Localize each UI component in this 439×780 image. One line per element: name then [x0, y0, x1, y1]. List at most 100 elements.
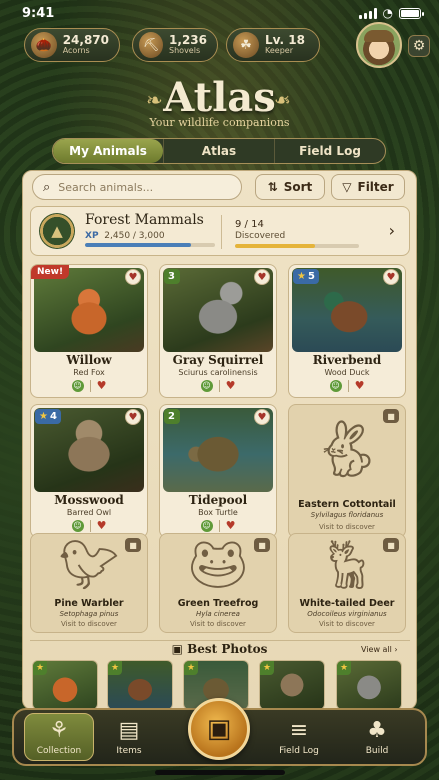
action-separator	[89, 519, 91, 532]
battery-icon	[399, 7, 424, 19]
level-badge: ★ 5	[293, 269, 319, 284]
rabbit-silhouette-icon: 🐇︎	[311, 417, 383, 482]
locked-card-white-tailed-deer[interactable]: 🦌︎ ■ White-tailed Deer Odocoileus virgin…	[288, 533, 406, 633]
happy-face-icon[interactable]: ☺	[71, 379, 84, 392]
discover-hint: Visit to discover	[61, 620, 117, 628]
locked-card-eastern-cottontail[interactable]: 🐇︎ ■ Eastern Cottontail Sylvilagus flori…	[288, 404, 406, 538]
acorns-chip[interactable]: 🌰 24,870 Acorns	[24, 28, 120, 62]
favorite-heart-icon[interactable]: ♥	[254, 409, 270, 425]
animal-card-willow[interactable]: New! ♥ Willow Red Fox ☺ ♥	[30, 264, 148, 398]
keeper-label: Keeper	[265, 46, 293, 55]
happy-face-icon[interactable]: ☺	[329, 379, 342, 392]
acorns-value: 24,870	[62, 33, 109, 47]
xp-progress-bar	[85, 243, 215, 247]
collection-title: Forest Mammals	[85, 212, 204, 228]
nav-build[interactable]: ♣ Build	[342, 710, 412, 764]
animal-species: Hyla cinerea	[196, 610, 240, 618]
animal-species: Sciurus carolinensis	[178, 368, 258, 377]
animal-card-mosswood[interactable]: ★ 4 ♥ Mosswood Barred Owl ☺ ♥	[30, 404, 148, 538]
level-badge: 3	[164, 269, 180, 284]
star-icon: ★	[39, 411, 48, 422]
leaf-icon: ☘	[233, 32, 259, 58]
shovels-value: 1,236	[169, 33, 207, 47]
nav-field-log-label: Field Log	[279, 745, 319, 756]
heart-icon[interactable]: ♥	[355, 379, 365, 392]
search-input[interactable]	[58, 180, 219, 194]
tab-bar: My Animals Atlas Field Log	[52, 138, 386, 164]
progress-divider	[221, 215, 222, 249]
favorite-heart-icon[interactable]: ♥	[383, 269, 399, 285]
nav-collection[interactable]: ⚘ Collection	[24, 713, 94, 761]
photo-thumb-duck[interactable]: ★	[107, 660, 173, 710]
tab-my-animals[interactable]: My Animals	[53, 139, 163, 163]
view-all-label: View all	[361, 645, 392, 654]
animal-species: Red Fox	[73, 368, 105, 377]
nav-field-log[interactable]: ≡ Field Log	[264, 710, 334, 764]
collection-progress-card[interactable]: ▲ Forest Mammals XP 2,450 / 3,000 9 / 14…	[30, 206, 410, 256]
photo-thumb-owl[interactable]: ★	[259, 660, 325, 710]
action-separator	[218, 519, 220, 532]
status-time: 9:41	[22, 5, 55, 21]
animal-species: Odocoileus virginianus	[307, 610, 387, 618]
locked-card-pine-warbler[interactable]: 🐦︎ ■ Pine Warbler Setophaga pinus Visit …	[30, 533, 148, 633]
photo-thumb-squirrel[interactable]: ★	[336, 660, 402, 710]
favorite-heart-icon[interactable]: ♥	[125, 409, 141, 425]
star-icon: ★	[33, 661, 47, 675]
camera-icon: ▣	[206, 714, 232, 744]
happy-face-icon[interactable]: ☺	[200, 519, 213, 532]
discover-hint: Visit to discover	[319, 620, 375, 628]
heart-icon[interactable]: ♥	[226, 379, 236, 392]
animal-name: Gray Squirrel	[172, 353, 264, 367]
level-value: 4	[49, 411, 57, 422]
animal-name: Tidepool	[188, 493, 248, 507]
heart-icon[interactable]: ♥	[226, 519, 236, 532]
animal-name: Pine Warbler	[54, 598, 124, 609]
photo-thumb-fox[interactable]: ★	[32, 660, 98, 710]
animal-species: Box Turtle	[198, 508, 238, 517]
camera-button[interactable]: ▣	[188, 698, 250, 760]
gear-icon[interactable]: ⚙	[408, 35, 430, 57]
page-title: Atlas	[163, 74, 276, 121]
nav-build-label: Build	[365, 745, 389, 756]
level-badge: ★ 4	[35, 409, 61, 424]
xp-value: 2,450 / 3,000	[104, 231, 165, 241]
animal-name: Eastern Cottontail	[298, 499, 396, 510]
animal-card-gray-squirrel[interactable]: 3 ♥ Gray Squirrel Sciurus carolinensis ☺…	[159, 264, 277, 398]
chevron-right-icon[interactable]: ›	[389, 221, 395, 240]
animal-name: Mosswood	[54, 493, 124, 507]
favorite-heart-icon[interactable]: ♥	[254, 269, 270, 285]
locked-card-green-treefrog[interactable]: 🐸︎ ■ Green Treefrog Hyla cinerea Visit t…	[159, 533, 277, 633]
star-icon: ★	[108, 661, 122, 675]
avatar[interactable]	[356, 22, 402, 68]
keeper-level-chip[interactable]: ☘ Lv. 18 Keeper	[226, 28, 320, 62]
keeper-level-value: Lv. 18	[265, 33, 305, 47]
shovels-chip[interactable]: ⛏ 1,236 Shovels	[132, 28, 218, 62]
discover-hint: Visit to discover	[319, 523, 375, 531]
animal-card-tidepool[interactable]: 2 ♥ Tidepool Box Turtle ☺ ♥	[159, 404, 277, 538]
discovered-count: 9 / 14	[235, 219, 264, 230]
heart-icon[interactable]: ♥	[97, 519, 107, 532]
view-all-link[interactable]: View all ›	[361, 645, 398, 654]
nav-items[interactable]: ▤ Items	[94, 710, 164, 764]
tab-field-log[interactable]: Field Log	[274, 139, 385, 163]
filter-button[interactable]: ▽ Filter	[331, 174, 405, 200]
lock-icon: ■	[125, 538, 141, 552]
action-separator	[347, 379, 349, 392]
tab-atlas[interactable]: Atlas	[163, 139, 274, 163]
happy-face-icon[interactable]: ☺	[71, 519, 84, 532]
heart-icon[interactable]: ♥	[97, 379, 107, 392]
happy-face-icon[interactable]: ☺	[200, 379, 213, 392]
animal-species: Sylvilagus floridanus	[310, 511, 384, 519]
nav-items-label: Items	[116, 745, 142, 756]
level-value: 3	[168, 271, 175, 282]
xp-label: XP	[85, 231, 99, 241]
best-photos-label: Best Photos	[187, 642, 268, 656]
sort-button[interactable]: ⇅ Sort	[255, 174, 325, 200]
star-icon: ★	[260, 661, 274, 675]
paw-icon: ⚘	[49, 717, 69, 743]
animal-card-riverbend[interactable]: ★ 5 ♥ Riverbend Wood Duck ☺ ♥	[288, 264, 406, 398]
favorite-heart-icon[interactable]: ♥	[125, 269, 141, 285]
search-box[interactable]: ⌕	[32, 174, 242, 200]
wifi-icon: ◔	[382, 6, 393, 20]
filter-icon: ▽	[342, 180, 352, 194]
